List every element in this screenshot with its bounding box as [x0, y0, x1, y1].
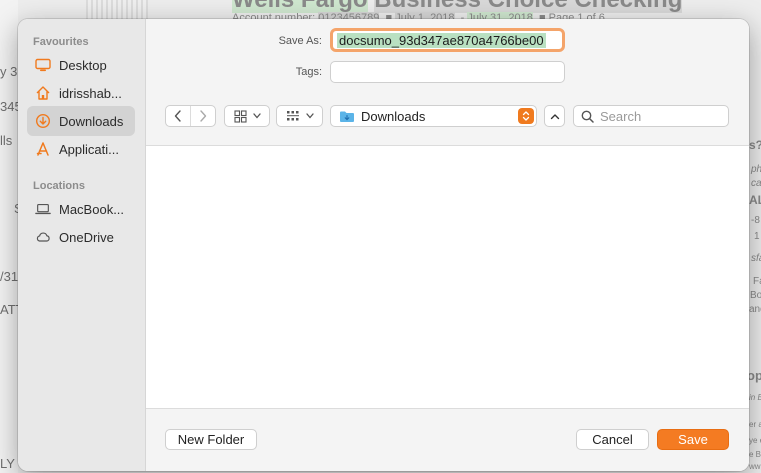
forward-button[interactable]: [190, 106, 215, 126]
sidebar-item-label: OneDrive: [59, 229, 114, 245]
sidebar-item-desktop[interactable]: Desktop: [27, 50, 135, 80]
background-fragment: ca: [751, 178, 761, 189]
background-fragment: AL: [749, 193, 761, 207]
chevron-up-icon: [550, 113, 559, 119]
sidebar-item-label: Applicati...: [59, 141, 119, 157]
sidebar: Favourites Desktop idrisshab... Download…: [18, 19, 146, 471]
sidebar-item-macbook[interactable]: MacBook...: [27, 194, 135, 224]
background-fragment: ww: [749, 462, 761, 471]
group-view-button[interactable]: [276, 105, 323, 127]
desktop-icon: [35, 57, 51, 73]
sidebar-section-locations: Locations: [33, 180, 85, 192]
background-fragment: in B: [749, 393, 761, 402]
background-fragment: ph: [751, 164, 761, 175]
save-button[interactable]: Save: [657, 429, 729, 450]
laptop-icon: [35, 201, 51, 217]
background-fragment: e B: [749, 450, 761, 459]
background-fragment: s?: [749, 138, 761, 152]
location-popup[interactable]: Downloads: [330, 105, 537, 127]
filename-value: docsumo_93d347ae870a4766be00: [337, 32, 546, 48]
tags-input[interactable]: [330, 61, 565, 83]
background-fragment: -8: [751, 215, 760, 226]
search-icon: [581, 110, 594, 123]
background-fragment: Bo: [750, 290, 761, 301]
sidebar-item-label: Downloads: [59, 113, 124, 129]
background-fragment: er a: [749, 420, 761, 429]
downloads-icon: [35, 113, 51, 129]
background-fragment: y 3: [0, 64, 18, 79]
background-fragment: /31: [0, 269, 19, 284]
cloud-icon: [35, 229, 51, 245]
cancel-button[interactable]: Cancel: [576, 429, 649, 450]
icon-view-button[interactable]: [224, 105, 270, 127]
back-button[interactable]: [166, 106, 190, 126]
search-input[interactable]: [600, 108, 720, 124]
collapse-button[interactable]: [544, 105, 565, 127]
main-panel: Save As: docsumo_93d347ae870a4766be00 Ta…: [146, 19, 749, 471]
background-fragment: LY: [0, 456, 15, 471]
dialog-footer: New Folder Cancel Save: [146, 408, 749, 471]
background-fragment: and: [749, 304, 761, 315]
sidebar-item-applications[interactable]: Applicati...: [27, 134, 135, 164]
search-field[interactable]: [573, 105, 729, 127]
background-fragment: op: [747, 368, 761, 383]
applications-icon: [35, 141, 51, 157]
save-options: Save As: docsumo_93d347ae870a4766be00 Ta…: [146, 19, 749, 146]
background-fragment: lls: [0, 133, 13, 148]
sidebar-item-label: idrisshab...: [59, 85, 122, 101]
chevron-left-icon: [175, 110, 181, 122]
location-label: Downloads: [361, 108, 426, 124]
background-fragment: ye e: [749, 436, 761, 445]
background-fragment: 1: [754, 231, 760, 242]
sidebar-item-home[interactable]: idrisshab...: [27, 78, 135, 108]
sidebar-item-label: MacBook...: [59, 201, 125, 217]
background-fragment: sfa: [751, 253, 761, 264]
sidebar-section-favourites: Favourites: [33, 36, 89, 48]
toolbar: Downloads: [146, 103, 749, 129]
sidebar-item-onedrive[interactable]: OneDrive: [27, 222, 135, 252]
chevron-down-icon: [252, 113, 261, 119]
location-stepper[interactable]: [518, 108, 534, 124]
sidebar-item-downloads[interactable]: Downloads: [27, 106, 135, 136]
folder-icon: [340, 111, 354, 122]
background-fragment: Fa: [753, 276, 761, 287]
navigation-buttons: [165, 105, 216, 127]
new-folder-button[interactable]: New Folder: [165, 429, 257, 450]
save-as-label: Save As:: [278, 35, 322, 47]
tags-label: Tags:: [295, 66, 322, 78]
save-dialog: Favourites Desktop idrisshab... Download…: [18, 19, 749, 471]
sidebar-item-label: Desktop: [59, 57, 107, 73]
chevron-right-icon: [200, 110, 207, 122]
save-as-input[interactable]: docsumo_93d347ae870a4766be00: [330, 28, 565, 52]
file-browser[interactable]: [146, 147, 749, 407]
group-grid-icon: [286, 110, 299, 120]
grid-icon: [233, 109, 247, 123]
chevron-down-icon: [305, 113, 314, 119]
up-down-chevron-icon: [522, 111, 530, 121]
home-icon: [35, 85, 51, 101]
